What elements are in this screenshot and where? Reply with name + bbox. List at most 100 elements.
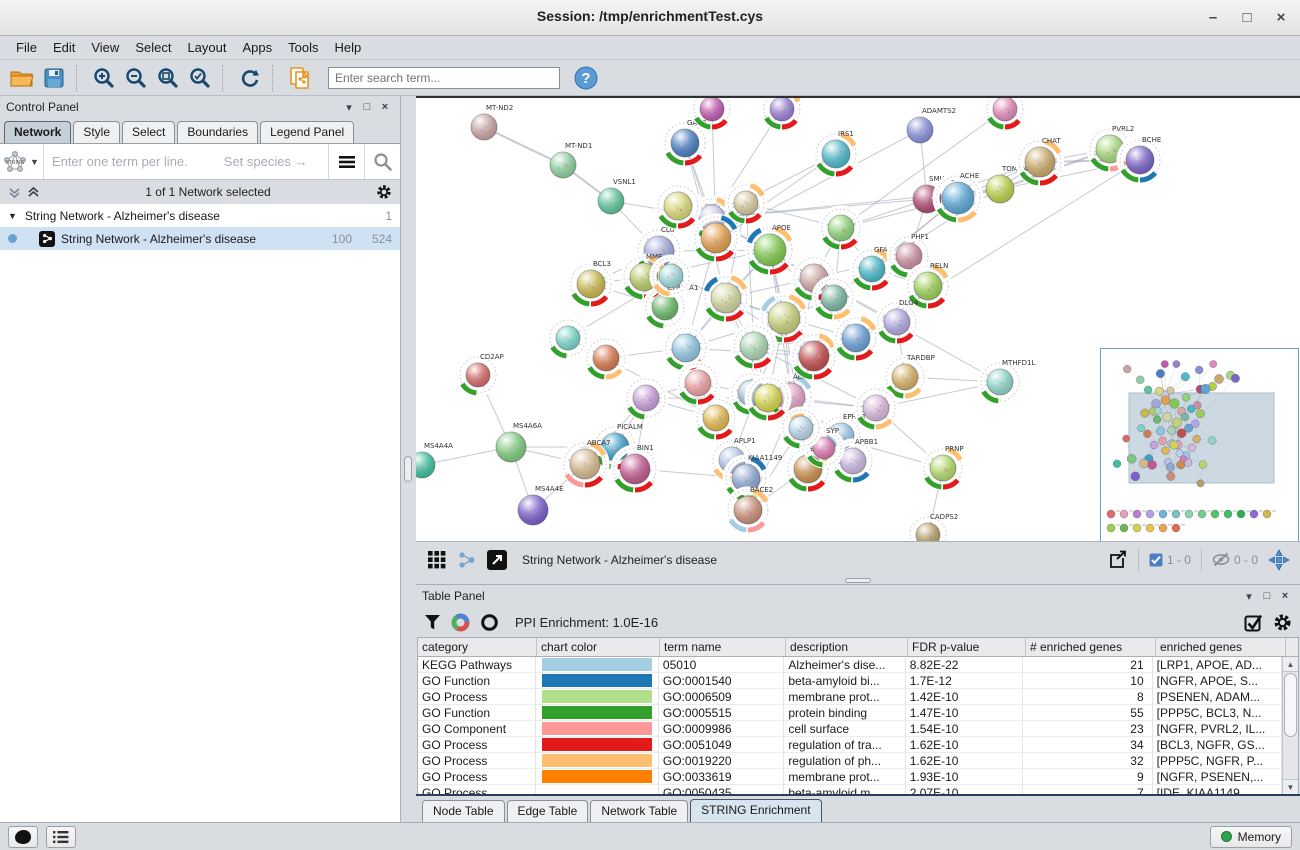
grid-view-button[interactable] <box>422 546 452 574</box>
menu-item-help[interactable]: Help <box>327 38 370 57</box>
tab-select[interactable]: Select <box>122 121 175 143</box>
network-node-tardbp[interactable]: TARDBP <box>886 354 935 396</box>
tab-legend-panel[interactable]: Legend Panel <box>260 121 354 143</box>
network-node-cd2ap[interactable]: CD2AP <box>460 353 504 393</box>
menu-item-select[interactable]: Select <box>127 38 179 57</box>
column-header-term-name[interactable]: term name <box>660 638 786 656</box>
column-header-chart-color[interactable]: chart color <box>537 638 660 656</box>
network-node-chat[interactable]: CHAT <box>1019 137 1061 183</box>
close-button[interactable]: × <box>1268 6 1294 30</box>
menu-item-edit[interactable]: Edit <box>45 38 83 57</box>
network-node[interactable] <box>734 326 774 366</box>
network-node[interactable] <box>695 217 737 259</box>
string-options-button[interactable] <box>328 144 364 179</box>
network-node[interactable] <box>836 318 876 358</box>
minimize-button[interactable]: – <box>1200 6 1226 30</box>
network-node[interactable] <box>815 279 853 317</box>
network-node-ms4a6a[interactable]: MS4A6A <box>496 422 542 462</box>
network-node-apoe[interactable]: APOE <box>748 224 792 272</box>
save-session-button[interactable] <box>38 63 70 93</box>
scroll-down-button[interactable]: ▼ <box>1283 779 1298 794</box>
network-node[interactable] <box>748 378 788 418</box>
cytoscape-logo-button[interactable] <box>8 826 38 848</box>
horizontal-splitter[interactable] <box>416 577 1300 584</box>
network-canvas[interactable]: MT-ND2MT-ND1VSNL1GAB2ADAMTS2PVRL2TOMM40S… <box>416 96 1300 541</box>
splitter-grip[interactable] <box>404 456 412 482</box>
string-query-input[interactable]: Enter one term per line. Set species → <box>43 144 328 179</box>
network-node-bace2[interactable]: BACE2 <box>728 486 773 530</box>
vertical-splitter[interactable] <box>401 96 416 822</box>
tab-node-table[interactable]: Node Table <box>422 800 505 822</box>
network-row[interactable]: String Network - Alzheimer's disease1005… <box>0 227 400 250</box>
network-node[interactable] <box>587 339 625 377</box>
network-node-vsnl1[interactable]: VSNL1 <box>598 178 636 214</box>
task-history-button[interactable] <box>46 826 76 848</box>
birdseye-toggle-button[interactable] <box>1264 546 1294 574</box>
gear-icon[interactable] <box>1273 613 1292 632</box>
collection-row[interactable]: ▼String Network - Alzheimer's disease1 <box>0 204 400 227</box>
table-row[interactable]: GO FunctionGO:0001540beta-amyloid bi...1… <box>418 673 1282 689</box>
string-search-button[interactable] <box>364 144 400 179</box>
panel-float-icon[interactable]: □ <box>358 101 376 113</box>
panel-close-icon[interactable]: × <box>376 101 394 113</box>
maximize-button[interactable]: □ <box>1234 6 1260 30</box>
network-node[interactable] <box>764 98 800 127</box>
zoom-selected-button[interactable] <box>184 63 216 93</box>
open-session-button[interactable] <box>6 63 38 93</box>
network-node[interactable] <box>987 98 1023 127</box>
zoom-out-button[interactable] <box>120 63 152 93</box>
tab-style[interactable]: Style <box>73 121 120 143</box>
string-logo-icon[interactable]: STRING <box>0 150 30 174</box>
column-header-category[interactable]: category <box>418 638 537 656</box>
panel-collapse-icon[interactable]: ▾ <box>340 101 358 114</box>
apply-layout-button[interactable] <box>234 63 266 93</box>
search-input[interactable] <box>328 67 560 89</box>
table-row[interactable]: GO ProcessGO:0033619membrane prot...1.93… <box>418 769 1282 785</box>
table-row[interactable]: KEGG Pathways05010Alzheimer's dise...8.8… <box>418 657 1282 673</box>
table-scrollbar[interactable]: ▲ ▼ <box>1282 657 1298 794</box>
pie-chart-icon[interactable] <box>451 613 470 632</box>
network-node[interactable] <box>627 379 665 417</box>
network-node-mt-nd1[interactable]: MT-ND1 <box>550 142 592 178</box>
zoom-fit-button[interactable] <box>152 63 184 93</box>
filter-icon[interactable] <box>424 614 441 631</box>
menu-item-tools[interactable]: Tools <box>280 38 326 57</box>
network-node-abca7[interactable]: ABCA7 <box>564 439 611 485</box>
network-share-button[interactable] <box>452 546 482 574</box>
network-node-adamts2[interactable]: ADAMTS2 <box>907 107 956 143</box>
network-node[interactable] <box>705 277 747 319</box>
scroll-up-button[interactable]: ▲ <box>1283 657 1298 672</box>
column-header-description[interactable]: description <box>786 638 908 656</box>
tab-network-table[interactable]: Network Table <box>590 800 688 822</box>
birdseye-view[interactable] <box>1100 348 1299 541</box>
network-node[interactable] <box>658 186 698 226</box>
table-row[interactable]: GO ProcessGO:0051049regulation of tra...… <box>418 737 1282 753</box>
network-node[interactable] <box>679 364 717 402</box>
network-node-bin1[interactable]: BIN1 <box>614 444 656 490</box>
table-row[interactable]: GO ProcessGO:0050435beta-amyloid m...2.0… <box>418 785 1282 794</box>
scroll-thumb[interactable] <box>1284 673 1297 737</box>
network-node-bcl3[interactable]: BCL3 <box>571 260 611 304</box>
select-checkbox-icon[interactable] <box>1244 613 1263 632</box>
network-node[interactable] <box>822 209 860 247</box>
panel-collapse-icon[interactable]: ▾ <box>1240 590 1258 603</box>
tab-network[interactable]: Network <box>4 121 71 143</box>
help-button[interactable]: ? <box>570 63 602 93</box>
zoom-in-button[interactable] <box>88 63 120 93</box>
menu-item-file[interactable]: File <box>8 38 45 57</box>
network-node[interactable] <box>857 389 895 427</box>
table-row[interactable]: GO ProcessGO:0006509membrane prot...1.42… <box>418 689 1282 705</box>
splitter-grip[interactable] <box>845 578 871 583</box>
menu-item-apps[interactable]: Apps <box>235 38 281 57</box>
gear-icon[interactable] <box>376 184 392 200</box>
menu-item-view[interactable]: View <box>83 38 127 57</box>
network-node-irs1[interactable]: IRS1 <box>816 130 856 174</box>
menu-item-layout[interactable]: Layout <box>179 38 234 57</box>
fullscreen-view-button[interactable] <box>482 546 512 574</box>
tab-edge-table[interactable]: Edge Table <box>507 800 589 822</box>
clone-network-button[interactable] <box>284 63 316 93</box>
table-row[interactable]: GO FunctionGO:0005515protein binding1.47… <box>418 705 1282 721</box>
network-node-cadps2[interactable]: CADPS2 <box>910 513 958 541</box>
expand-all-icon[interactable] <box>27 186 40 199</box>
network-node-bche[interactable]: BCHE <box>1120 136 1161 180</box>
